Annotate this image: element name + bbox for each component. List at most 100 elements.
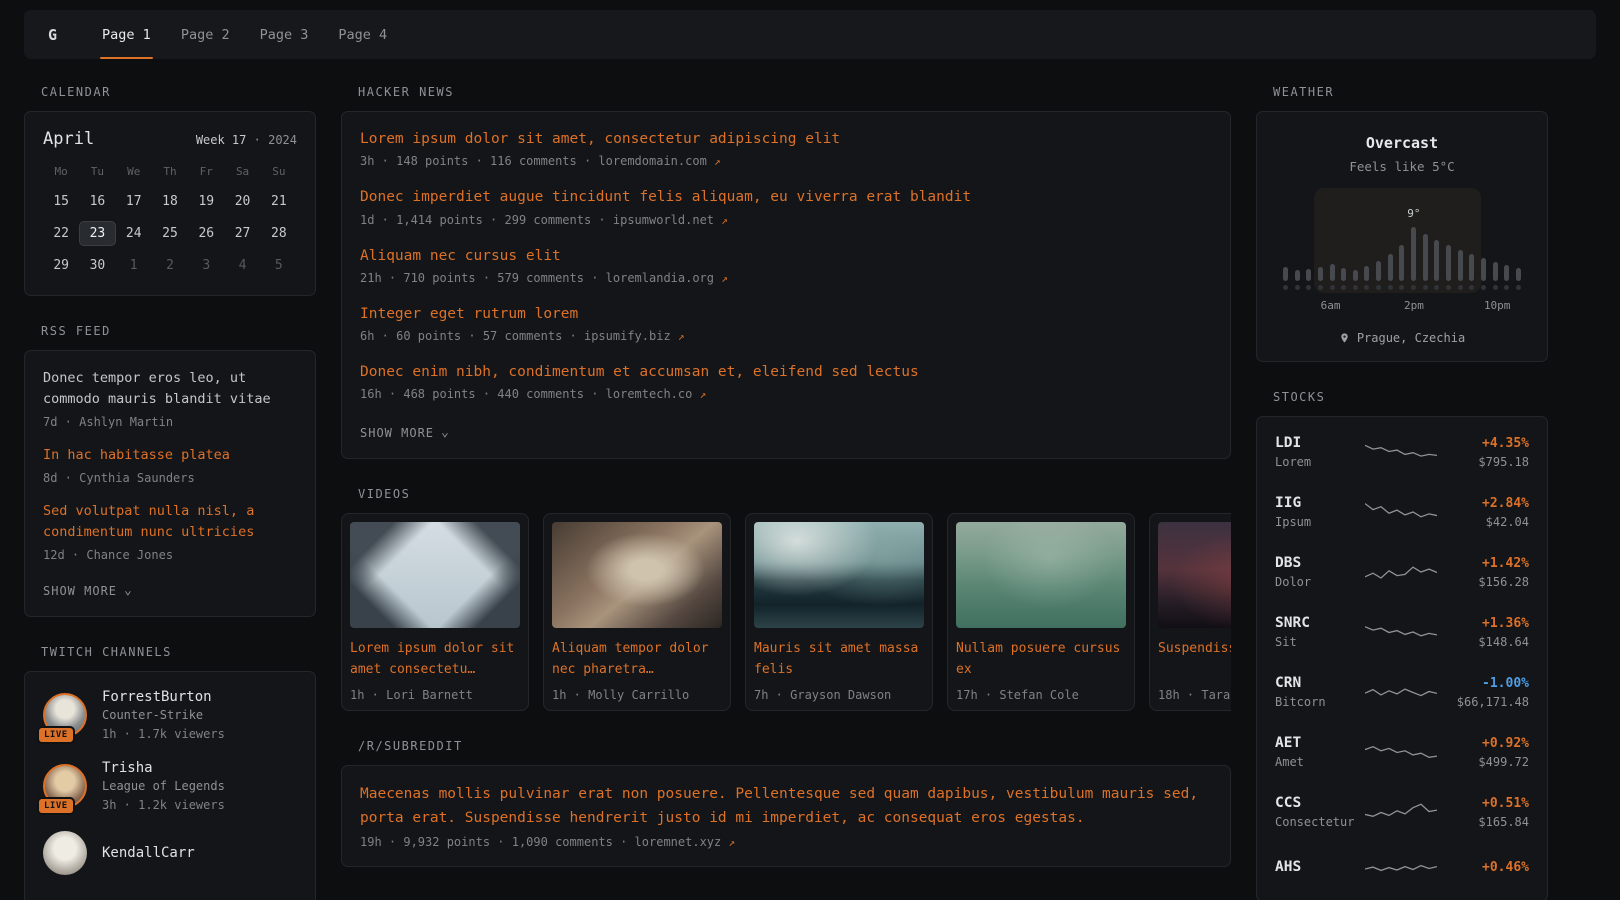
weather-bar-column	[1434, 240, 1439, 290]
twitch-channel-name[interactable]: KendallCarr	[102, 845, 195, 861]
video-title[interactable]: Lorem ipsum dolor sit amet consectetu…	[350, 639, 520, 679]
twitch-channel-name[interactable]: Trisha	[102, 760, 225, 776]
chevron-down-icon: ⌄	[441, 429, 450, 437]
calendar-day-header: Sa	[224, 165, 260, 182]
hackernews-item: Aliquam nec cursus elit 21h · 710 points …	[360, 246, 1212, 285]
twitch-channel-row[interactable]: KendallCarr	[43, 831, 297, 875]
hackernews-item: Integer eget rutrum lorem6h · 60 points …	[360, 304, 1212, 343]
external-link-icon: ↗	[721, 272, 728, 285]
tab-page-1[interactable]: Page 1	[87, 10, 166, 59]
weather-bar-dot	[1388, 285, 1393, 290]
weather-bar	[1423, 234, 1428, 281]
rss-item-title[interactable]: In hac habitasse platea	[43, 445, 297, 466]
weather-bar-dot	[1516, 285, 1521, 290]
subreddit-post-title[interactable]: Maecenas mollis pulvinar erat non posuer…	[360, 783, 1212, 829]
twitch-avatar[interactable]	[43, 831, 87, 875]
hackernews-item-title[interactable]: Aliquam nec cursus elit	[360, 246, 1212, 266]
rss-item-meta: 8d · Cynthia Saunders	[43, 471, 297, 485]
hackernews-item-title[interactable]: Integer eget rutrum lorem	[360, 304, 1212, 324]
weather-bar-dot	[1341, 285, 1346, 290]
rss-widget: RSS FEED Donec tempor eros leo, ut commo…	[24, 324, 316, 617]
weather-bar-column	[1423, 234, 1428, 290]
weather-bar	[1446, 245, 1451, 281]
app-logo[interactable]: G	[48, 26, 57, 44]
hackernews-show-more-button[interactable]: SHOW MORE ⌄	[360, 426, 450, 440]
twitch-widget-title: TWITCH CHANNELS	[24, 645, 316, 659]
stock-name: Bitcorn	[1275, 695, 1365, 709]
stock-sparkline	[1365, 738, 1437, 766]
calendar-date: 27	[224, 221, 260, 246]
weather-bar-column	[1469, 254, 1474, 290]
stock-symbol[interactable]: IIG	[1275, 495, 1365, 511]
stock-row: CCSConsectetur+0.51%$165.84	[1275, 782, 1529, 842]
stock-price: $42.04	[1437, 515, 1529, 529]
weather-bar-dot	[1306, 285, 1311, 290]
stock-symbol[interactable]: SNRC	[1275, 615, 1365, 631]
location-pin-icon	[1339, 331, 1350, 345]
video-title[interactable]: Aliquam tempor dolor nec pharetra…	[552, 639, 722, 679]
video-thumbnail[interactable]	[956, 522, 1126, 628]
twitch-channel-name[interactable]: ForrestBurton	[102, 689, 225, 705]
video-title[interactable]: Suspendisse diam	[1158, 639, 1231, 679]
tab-page-3[interactable]: Page 3	[245, 10, 324, 59]
stock-change: +4.35%	[1437, 436, 1529, 451]
video-thumbnail[interactable]	[754, 522, 924, 628]
hackernews-item-title[interactable]: Donec enim nibh, condimentum et accumsan…	[360, 362, 1212, 382]
video-card[interactable]: Aliquam tempor dolor nec pharetra…1h · M…	[543, 513, 731, 711]
stock-sparkline-svg	[1365, 558, 1437, 586]
chevron-down-icon: ⌄	[124, 587, 133, 595]
stock-symbol[interactable]: AHS	[1275, 859, 1365, 875]
video-thumbnail[interactable]	[552, 522, 722, 628]
rss-item-title[interactable]: Sed volutpat nulla nisl, a condimentum n…	[43, 501, 297, 543]
live-badge: LIVE	[39, 728, 73, 742]
weather-bar-column	[1364, 266, 1369, 290]
hackernews-domain-link[interactable]: loremlandia.org	[606, 271, 722, 285]
weather-bar	[1376, 261, 1381, 281]
hackernews-domain-link[interactable]: ipsumify.biz	[584, 329, 678, 343]
stock-symbol[interactable]: DBS	[1275, 555, 1365, 571]
video-title[interactable]: Mauris sit amet massa felis	[754, 639, 924, 679]
video-thumbnail[interactable]	[350, 522, 520, 628]
hackernews-item-title[interactable]: Lorem ipsum dolor sit amet, consectetur …	[360, 129, 1212, 149]
stock-symbol[interactable]: LDI	[1275, 435, 1365, 451]
stock-symbol[interactable]: CCS	[1275, 795, 1365, 811]
weather-bar-dot	[1481, 285, 1486, 290]
twitch-channel-row[interactable]: LIVEForrestBurtonCounter-Strike1h · 1.7k…	[43, 689, 297, 741]
hackernews-domain-link[interactable]: loremdomain.com	[598, 154, 714, 168]
stock-sparkline	[1365, 438, 1437, 466]
tab-page-4[interactable]: Page 4	[323, 10, 402, 59]
hackernews-domain-link[interactable]: ipsumworld.net	[613, 213, 721, 227]
tab-page-2[interactable]: Page 2	[166, 10, 245, 59]
rss-list: Donec tempor eros leo, ut commodo mauris…	[43, 368, 297, 562]
video-thumbnail[interactable]	[1158, 522, 1231, 628]
hackernews-item-title[interactable]: Donec imperdiet augue tincidunt felis al…	[360, 187, 1212, 207]
weather-bar-dot	[1411, 285, 1416, 290]
subreddit-domain-link[interactable]: loremnet.xyz	[635, 835, 722, 849]
weather-bar-column	[1481, 258, 1486, 290]
hackernews-box: Lorem ipsum dolor sit amet, consectetur …	[341, 111, 1231, 459]
hackernews-domain-link[interactable]: loremtech.co	[606, 387, 700, 401]
twitch-avatar-wrap	[43, 831, 87, 875]
calendar-day-header: Fr	[188, 165, 224, 182]
video-card[interactable]: Suspendisse diam 18h · Tara	[1149, 513, 1231, 711]
video-card[interactable]: Mauris sit amet massa felis7h · Grayson …	[745, 513, 933, 711]
twitch-channel-row[interactable]: LIVETrishaLeague of Legends3h · 1.2k vie…	[43, 760, 297, 812]
video-title[interactable]: Nullam posuere cursus ex	[956, 639, 1126, 679]
video-meta: 18h · Tara	[1158, 688, 1231, 702]
video-card[interactable]: Nullam posuere cursus ex17h · Stefan Col…	[947, 513, 1135, 711]
stock-row: CRNBitcorn-1.00%$66,171.48	[1275, 662, 1529, 722]
stock-symbol[interactable]: AET	[1275, 735, 1365, 751]
stock-symbol[interactable]: CRN	[1275, 675, 1365, 691]
hackernews-item: Lorem ipsum dolor sit amet, consectetur …	[360, 129, 1212, 168]
weather-bar	[1283, 267, 1288, 281]
stock-change: +0.46%	[1437, 860, 1529, 875]
video-card[interactable]: Lorem ipsum dolor sit amet consectetu…1h…	[341, 513, 529, 711]
stock-left: IIGIpsum	[1275, 495, 1365, 529]
weather-bar-column	[1376, 261, 1381, 290]
weather-bar	[1399, 245, 1404, 281]
hackernews-item-meta: 21h · 710 points · 579 comments · loreml…	[360, 271, 1212, 285]
rss-item: Donec tempor eros leo, ut commodo mauris…	[43, 368, 297, 429]
rss-show-more-button[interactable]: SHOW MORE ⌄	[43, 584, 133, 598]
weather-bar	[1481, 258, 1486, 281]
rss-item-title[interactable]: Donec tempor eros leo, ut commodo mauris…	[43, 368, 297, 410]
